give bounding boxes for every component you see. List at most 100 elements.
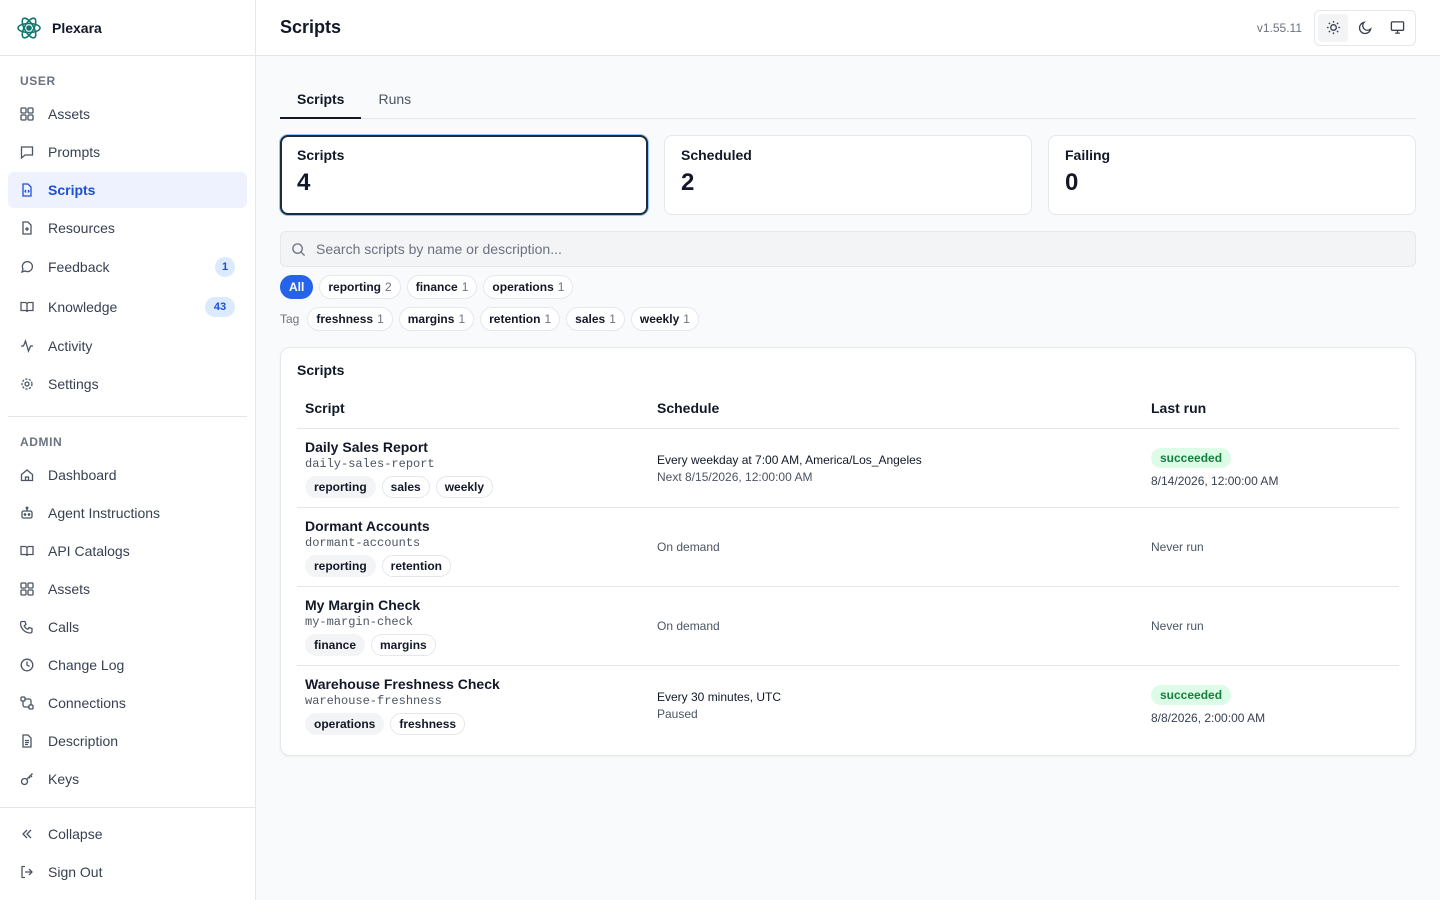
tag-chip-retention[interactable]: retention 1 — [480, 307, 561, 331]
chip-count: 1 — [458, 312, 466, 326]
sign-out-button[interactable]: Sign Out — [8, 854, 247, 890]
sidebar-item-dashboard[interactable]: Dashboard — [8, 457, 247, 493]
sidebar-item-label: Change Log — [48, 657, 125, 673]
home-icon — [20, 469, 34, 482]
sidebar-item-keys[interactable]: Keys — [8, 761, 247, 797]
script-cell: Dormant Accounts dormant-accounts report… — [297, 507, 649, 587]
chip-count: 2 — [385, 280, 392, 294]
sidebar-item-label: Calls — [48, 619, 80, 635]
sidebar-item-feedback[interactable]: Feedback 1 — [8, 248, 247, 286]
sidebar-item-description[interactable]: Description — [8, 723, 247, 759]
stat-value: 4 — [297, 169, 311, 196]
tab-scripts[interactable]: Scripts — [280, 80, 362, 119]
sidebar-item-admin-assets[interactable]: Assets — [8, 571, 247, 607]
tag-chip-weekly[interactable]: weekly 1 — [630, 307, 699, 331]
table-row[interactable]: My Margin Check my-margin-check finance … — [297, 586, 1399, 666]
sidebar-item-activity[interactable]: Activity — [8, 328, 247, 364]
moon-icon — [1358, 21, 1372, 35]
top-header: Scripts v1.55.11 — [256, 0, 1440, 56]
table-row[interactable]: Warehouse Freshness Check warehouse-fres… — [297, 666, 1399, 745]
schedule-cell: On demand — [649, 586, 1143, 666]
script-tags: finance margins — [305, 633, 641, 656]
filter-chip-reporting[interactable]: reporting 2 — [319, 275, 401, 299]
sidebar-item-label: Resources — [48, 220, 115, 236]
system-theme-button[interactable] — [1382, 14, 1412, 42]
script-name[interactable]: Dormant Accounts — [305, 518, 641, 534]
table-row[interactable]: Daily Sales Report daily-sales-report re… — [297, 428, 1399, 508]
script-name[interactable]: My Margin Check — [305, 597, 641, 613]
filter-chip-all[interactable]: All — [280, 275, 314, 299]
clock-icon — [20, 658, 34, 672]
sidebar-item-agent-instructions[interactable]: Agent Instructions — [8, 495, 247, 531]
gear-icon — [21, 378, 33, 390]
sidebar-item-prompts[interactable]: Prompts — [8, 134, 247, 170]
chip-count: 1 — [377, 312, 384, 326]
sidebar-item-scripts[interactable]: Scripts — [8, 172, 247, 208]
script-tag: reporting — [305, 554, 376, 577]
schedule-text: Every weekday at 7:00 AM, America/Los_An… — [657, 452, 922, 467]
filter-chip-operations[interactable]: operations 1 — [483, 275, 574, 299]
stat-value: 2 — [681, 169, 695, 196]
status-badge: succeeded — [1151, 448, 1232, 468]
log-out-icon — [21, 865, 33, 879]
chip-label: All — [289, 280, 305, 294]
schedule-status: Paused — [657, 706, 698, 721]
script-tag: retention — [381, 554, 452, 577]
tab-bar: Scripts Runs — [280, 80, 1416, 119]
light-theme-button[interactable] — [1318, 13, 1348, 42]
dark-theme-button[interactable] — [1350, 14, 1380, 42]
file-code-icon — [22, 183, 32, 197]
last-run-time: Never run — [1151, 619, 1204, 633]
stat-card-scheduled[interactable]: Scheduled 2 — [664, 135, 1032, 215]
sidebar-item-calls[interactable]: Calls — [8, 609, 247, 645]
stat-card-failing[interactable]: Failing 0 — [1048, 135, 1416, 215]
tag-chip-sales[interactable]: sales 1 — [566, 307, 625, 331]
sign-out-label: Sign Out — [48, 864, 103, 880]
schedule-text: Every 30 minutes, UTC — [657, 689, 782, 704]
schedule-next: Next 8/15/2026, 12:00:00 AM — [657, 469, 813, 484]
tab-runs[interactable]: Runs — [361, 80, 428, 118]
table-row[interactable]: Dormant Accounts dormant-accounts report… — [297, 507, 1399, 587]
sidebar-item-settings[interactable]: Settings — [8, 366, 247, 402]
script-name[interactable]: Warehouse Freshness Check — [305, 676, 641, 692]
tag-chip-margins[interactable]: margins 1 — [398, 307, 475, 331]
chip-label: retention — [489, 312, 541, 326]
nav-scroll[interactable]: USER Assets Prompts Scripts Resources Fe… — [0, 56, 255, 807]
sidebar-item-assets[interactable]: Assets — [8, 96, 247, 132]
column-header-script[interactable]: Script — [297, 400, 649, 429]
sidebar-item-connections[interactable]: Connections — [8, 685, 247, 721]
tag-filter-row: Tag freshness 1 margins 1 retention 1 sa… — [280, 307, 1416, 331]
sidebar-item-label: Knowledge — [48, 299, 118, 315]
chip-label: finance — [415, 280, 458, 294]
brand-name: Plexara — [52, 19, 102, 36]
stat-card-scripts[interactable]: Scripts 4 — [280, 135, 648, 215]
stat-label: Scheduled — [681, 147, 752, 163]
column-header-last-run[interactable]: Last run — [1143, 400, 1399, 429]
version-label: v1.55.11 — [1256, 20, 1302, 35]
column-header-schedule[interactable]: Schedule — [649, 400, 1143, 429]
script-slug: my-margin-check — [305, 614, 414, 629]
grid-icon — [20, 107, 34, 121]
chip-count: 1 — [683, 312, 690, 326]
stat-value: 0 — [1065, 169, 1079, 196]
script-cell: My Margin Check my-margin-check finance … — [297, 586, 649, 666]
brand[interactable]: Plexara — [0, 0, 255, 56]
sidebar-item-change-log[interactable]: Change Log — [8, 647, 247, 683]
table-header-row: Script Schedule Last run — [297, 400, 1399, 429]
sidebar-item-resources[interactable]: Resources — [8, 210, 247, 246]
atom-icon — [17, 16, 41, 39]
sidebar-item-label: Description — [48, 733, 119, 749]
sidebar-item-api-catalogs[interactable]: API Catalogs — [8, 533, 247, 569]
scripts-table-card: Scripts Script Schedule Last run Daily S… — [280, 347, 1416, 756]
search-input[interactable] — [316, 241, 1405, 257]
sidebar-item-knowledge[interactable]: Knowledge 43 — [8, 288, 247, 326]
status-badge: succeeded — [1151, 685, 1232, 706]
chevrons-left-icon — [22, 829, 32, 839]
sun-icon — [1326, 20, 1340, 35]
script-name[interactable]: Daily Sales Report — [305, 439, 641, 455]
filter-chip-finance[interactable]: finance 1 — [406, 275, 478, 299]
collapse-button[interactable]: Collapse — [8, 816, 247, 852]
page-title: Scripts — [280, 17, 342, 37]
tag-chip-freshness[interactable]: freshness 1 — [307, 307, 393, 331]
message-circle-icon — [20, 260, 34, 274]
